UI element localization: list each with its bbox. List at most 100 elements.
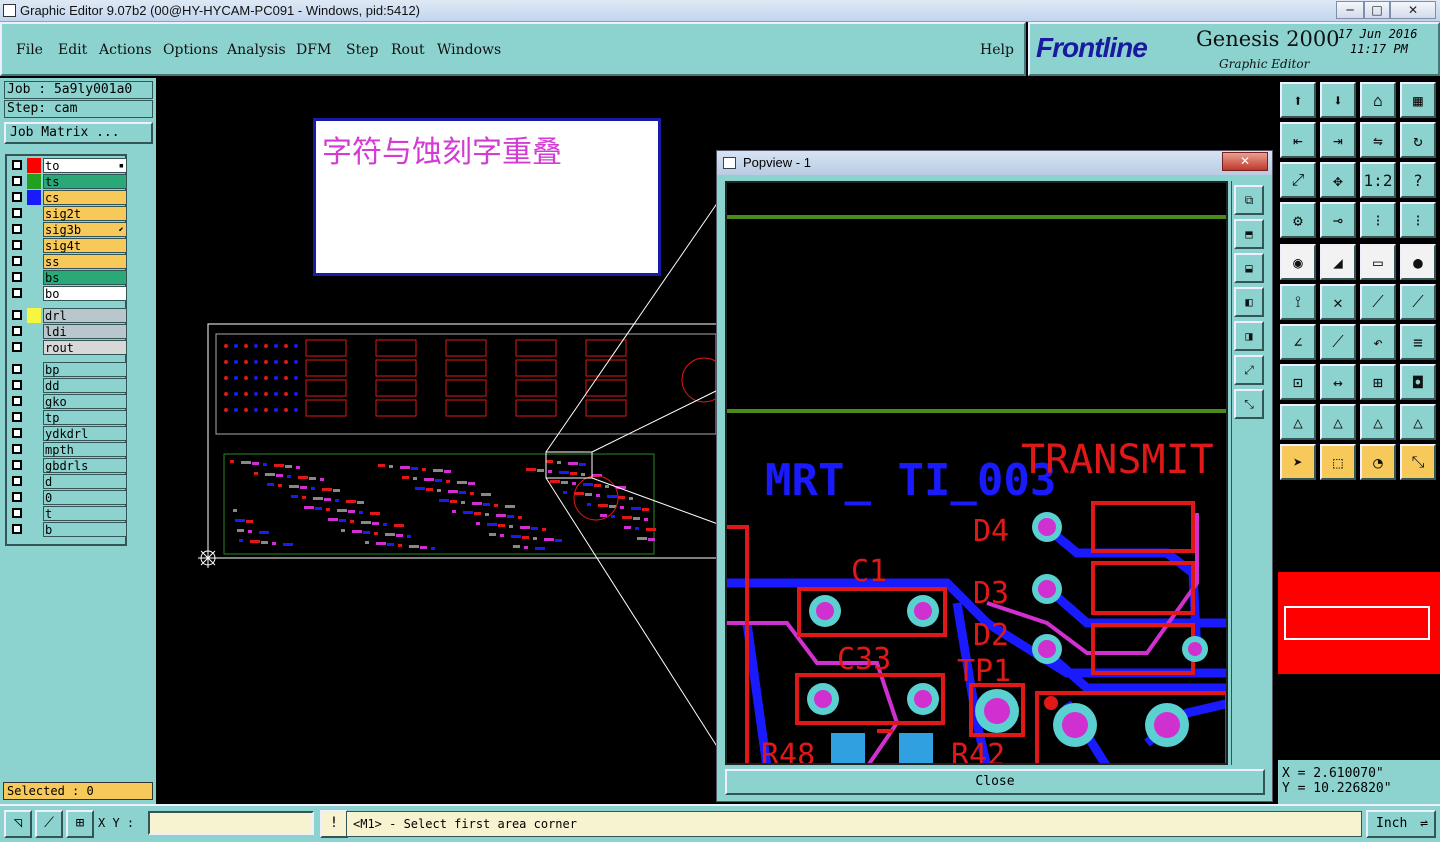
popview-pan-up-icon[interactable]: ⬒ — [1234, 219, 1264, 249]
ruler-icon[interactable]: ▭ — [1360, 244, 1396, 280]
slash-icon[interactable]: ⟋ — [1320, 324, 1356, 360]
layer-name[interactable]: sig2t — [43, 206, 127, 221]
layer-color-swatch[interactable] — [27, 362, 41, 377]
probe-icon[interactable]: ⊸ — [1320, 202, 1356, 238]
layer-name[interactable]: bs — [43, 270, 127, 285]
layer-name[interactable]: mpth — [43, 442, 127, 457]
menu-file[interactable]: File — [16, 42, 43, 58]
layer-row-sig3b[interactable]: sig3b ⬋ — [9, 222, 127, 237]
layer-row-sig2t[interactable]: sig2t — [9, 206, 127, 221]
layer-row-drl[interactable]: drl — [9, 308, 127, 323]
menu-edit[interactable]: Edit — [58, 42, 87, 58]
layer-checkbox[interactable] — [12, 342, 22, 352]
layer-color-swatch[interactable] — [27, 190, 41, 205]
menu-windows[interactable]: Windows — [437, 42, 501, 58]
menu-actions[interactable]: Actions — [99, 42, 152, 58]
layer-checkbox[interactable] — [12, 444, 22, 454]
menu-step[interactable]: Step — [346, 42, 378, 58]
layer-checkbox[interactable] — [12, 428, 22, 438]
film-icon[interactable]: ⚙ — [1280, 202, 1316, 238]
angle-icon[interactable]: ∠ — [1280, 324, 1316, 360]
layer-row-gko[interactable]: gko — [9, 394, 127, 409]
popview-close-button[interactable]: Close — [725, 769, 1265, 795]
layer-row-ts[interactable]: ts — [9, 174, 127, 189]
layer-color-swatch[interactable] — [27, 522, 41, 537]
layer-name[interactable]: b — [43, 522, 127, 537]
download-icon[interactable]: ⬇ — [1320, 82, 1356, 118]
warning-icon[interactable]: ! — [320, 810, 348, 838]
layer-row-sig4t[interactable]: sig4t — [9, 238, 127, 253]
layer-color-swatch[interactable] — [27, 458, 41, 473]
layer-name[interactable]: gko — [43, 394, 127, 409]
layer-color-swatch[interactable] — [27, 206, 41, 221]
layer-checkbox[interactable] — [12, 492, 22, 502]
layer-checkbox[interactable] — [12, 192, 22, 202]
popview-pan-down-icon[interactable]: ⬓ — [1234, 253, 1264, 283]
mirror-icon[interactable]: ⇋ — [1360, 122, 1396, 158]
layer-name[interactable]: drl — [43, 308, 127, 323]
layer-color-swatch[interactable] — [27, 490, 41, 505]
layer-row-dd[interactable]: dd — [9, 378, 127, 393]
layer-name[interactable]: ldi — [43, 324, 127, 339]
popview-zoom-out-icon[interactable]: ⤡ — [1234, 389, 1264, 419]
tri4-icon[interactable]: △ — [1400, 404, 1436, 440]
layer-name[interactable]: sig4t — [43, 238, 127, 253]
menu-rout[interactable]: Rout — [391, 42, 425, 58]
layer-color-swatch[interactable] — [27, 238, 41, 253]
layer-row-b[interactable]: b — [9, 522, 127, 537]
close-window-button[interactable]: ✕ — [1390, 1, 1436, 19]
text-icon[interactable]: ≡ — [1400, 324, 1436, 360]
layer-row-bs[interactable]: bs — [9, 270, 127, 285]
layer-checkbox[interactable] — [12, 326, 22, 336]
layer-color-swatch[interactable] — [27, 410, 41, 425]
layer-color-swatch[interactable] — [27, 506, 41, 521]
layer-checkbox[interactable] — [12, 310, 22, 320]
layer-row-ss[interactable]: ss — [9, 254, 127, 269]
rotate-icon[interactable]: ↻ — [1400, 122, 1436, 158]
layer-row-gbdrls[interactable]: gbdrls — [9, 458, 127, 473]
layer-checkbox[interactable] — [12, 412, 22, 422]
layer-row-bp[interactable]: bp — [9, 362, 127, 377]
layer-name[interactable]: sig3b ⬋ — [43, 222, 127, 237]
units-selector[interactable]: Inch ⇌ — [1366, 810, 1436, 838]
layer-name[interactable]: bo — [43, 286, 127, 301]
cross-icon[interactable]: ✕ — [1320, 284, 1356, 320]
group-icon[interactable]: ⊞ — [1360, 364, 1396, 400]
layer-row-cs[interactable]: cs — [9, 190, 127, 205]
layer-name[interactable]: cs — [43, 190, 127, 205]
popview-canvas[interactable]: MRT_ TI_003 TRANSMIT D4 D3 D2 C1 C33 TP1… — [725, 181, 1228, 765]
export-icon[interactable]: ⇥ — [1320, 122, 1356, 158]
layer-name[interactable]: d — [43, 474, 127, 489]
import-icon[interactable]: ⇤ — [1280, 122, 1316, 158]
snap-icon[interactable]: ⤡ — [1400, 444, 1436, 480]
layer-color-swatch[interactable] — [27, 442, 41, 457]
layer-checkbox[interactable] — [12, 380, 22, 390]
popview-close-x-button[interactable]: ✕ — [1222, 152, 1268, 171]
layer-color-swatch[interactable] — [27, 308, 41, 323]
layer-checkbox[interactable] — [12, 256, 22, 266]
layer-checkbox[interactable] — [12, 288, 22, 298]
minimize-button[interactable]: ─ — [1336, 1, 1364, 19]
layer-color-swatch[interactable] — [27, 378, 41, 393]
layer-name[interactable]: ydkdrl — [43, 426, 127, 441]
menu-dfm[interactable]: DFM — [296, 42, 331, 58]
layer-color-swatch[interactable] — [27, 394, 41, 409]
fit-icon[interactable]: ⤢ — [1280, 162, 1316, 198]
job-matrix-button[interactable]: Job Matrix ... — [4, 122, 153, 144]
lasso-icon[interactable]: ◔ — [1360, 444, 1396, 480]
layer-row-rout[interactable]: rout — [9, 340, 127, 355]
pad-move-icon[interactable]: ⊡ — [1280, 364, 1316, 400]
layer-row-to[interactable]: to ▪ — [9, 158, 127, 173]
menu-analysis[interactable]: Analysis — [227, 42, 286, 58]
tri3-icon[interactable]: △ — [1360, 404, 1396, 440]
layer-color-swatch[interactable] — [27, 474, 41, 489]
menu-help[interactable]: Help — [980, 42, 1014, 58]
help-icon[interactable]: ? — [1400, 162, 1436, 198]
layer-row-ldi[interactable]: ldi — [9, 324, 127, 339]
popview-zoom-fit-icon[interactable]: ⧉ — [1234, 185, 1264, 215]
measure-icon[interactable]: ⟋ — [35, 810, 63, 838]
layer-color-swatch[interactable] — [27, 158, 41, 173]
node-icon[interactable]: ⟟ — [1280, 284, 1316, 320]
scale-icon[interactable]: 1:2 — [1360, 162, 1396, 198]
layer-checkbox[interactable] — [12, 460, 22, 470]
